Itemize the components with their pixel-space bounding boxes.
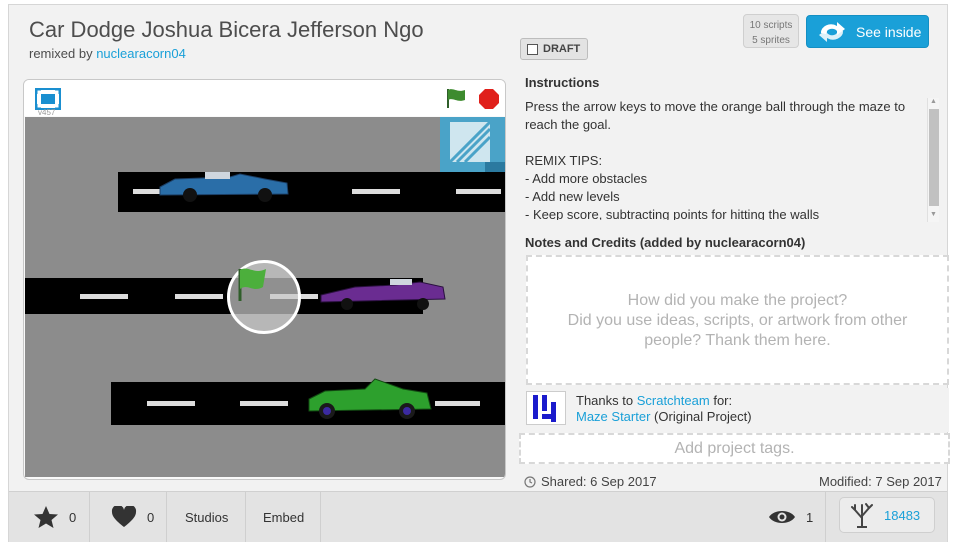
love-button[interactable]: 0 bbox=[111, 492, 154, 542]
star-icon bbox=[34, 506, 58, 528]
stage-panel: v457 bbox=[23, 79, 506, 480]
draft-checkbox[interactable] bbox=[527, 43, 538, 55]
project-page: Car Dodge Joshua Bicera Jefferson Ngo re… bbox=[8, 4, 950, 542]
see-inside-label: See inside bbox=[856, 23, 922, 40]
remix-tree-button[interactable]: 18483 bbox=[839, 497, 935, 533]
project-counts-badge: 10 scripts 5 sprites bbox=[743, 14, 799, 48]
scrollbar-thumb[interactable] bbox=[929, 109, 939, 206]
stage-canvas[interactable] bbox=[25, 117, 505, 477]
draft-label: DRAFT bbox=[543, 43, 581, 55]
draft-toggle[interactable]: DRAFT bbox=[520, 38, 588, 60]
footer-divider bbox=[245, 492, 246, 542]
credit-thanks-suffix: for: bbox=[713, 393, 733, 408]
notes-placeholder-line2: Did you use ideas, scripts, or artwork f… bbox=[567, 312, 908, 329]
see-inside-icon bbox=[819, 21, 845, 42]
remix-count: 18483 bbox=[884, 507, 921, 523]
player-version: v457 bbox=[38, 108, 56, 117]
scripts-count: 10 scripts bbox=[749, 20, 793, 31]
eye-icon bbox=[769, 511, 795, 523]
credit-line2: Maze Starter (Original Project) bbox=[576, 409, 752, 425]
notes-placeholder-line1: How did you make the project? bbox=[627, 292, 848, 309]
instructions-text: Press the arrow keys to move the orange … bbox=[525, 99, 906, 220]
stage-toolbar: v457 bbox=[24, 80, 505, 117]
project-tags-input[interactable]: Add project tags. bbox=[519, 433, 950, 464]
love-count: 0 bbox=[147, 509, 155, 525]
credit-text: Thanks to Scratchteam for: Maze Starter … bbox=[576, 393, 752, 425]
footer-divider bbox=[825, 492, 826, 542]
studios-button[interactable]: Studios bbox=[185, 492, 228, 542]
favorite-count: 0 bbox=[69, 509, 77, 525]
instructions-heading: Instructions bbox=[525, 75, 600, 90]
remixed-by: remixed by nuclearacorn04 bbox=[29, 46, 186, 61]
footer-divider bbox=[166, 492, 167, 542]
clock-icon bbox=[524, 475, 536, 488]
credit-user-link[interactable]: Scratchteam bbox=[637, 393, 710, 408]
heart-icon bbox=[111, 506, 137, 527]
project-footer: 0 0 Studios Embed 1 18483 bbox=[9, 491, 947, 542]
shared-date: Shared: 6 Sep 2017 bbox=[524, 474, 657, 489]
modified-date: Modified: 7 Sep 2017 bbox=[819, 474, 942, 489]
favorite-button[interactable]: 0 bbox=[33, 492, 76, 542]
footer-divider bbox=[89, 492, 90, 542]
maze-thumbnail-icon bbox=[533, 395, 556, 422]
play-overlay-button[interactable] bbox=[227, 260, 301, 334]
green-flag-icon[interactable] bbox=[445, 87, 467, 109]
project-header: Car Dodge Joshua Bicera Jefferson Ngo re… bbox=[9, 5, 947, 67]
instructions-scrollbar[interactable]: ▲ ▼ bbox=[927, 98, 939, 222]
notes-heading: Notes and Credits (added by nuclearacorn… bbox=[525, 235, 806, 250]
views-count: 1 bbox=[806, 509, 814, 525]
see-inside-button[interactable]: See inside bbox=[806, 15, 929, 48]
original-project-thumbnail[interactable] bbox=[526, 391, 566, 425]
remixed-by-user-link[interactable]: nuclearacorn04 bbox=[96, 46, 186, 61]
fullscreen-icon[interactable] bbox=[35, 88, 61, 110]
original-project-suffix: (Original Project) bbox=[654, 409, 752, 424]
scroll-up-icon[interactable]: ▲ bbox=[930, 98, 937, 105]
credit-line1: Thanks to Scratchteam for: bbox=[576, 393, 752, 409]
remix-credit: Thanks to Scratchteam for: Maze Starter … bbox=[520, 388, 949, 432]
sprites-count: 5 sprites bbox=[752, 35, 790, 46]
notes-and-credits-input[interactable]: How did you make the project? Did you us… bbox=[526, 255, 949, 385]
project-title: Car Dodge Joshua Bicera Jefferson Ngo bbox=[29, 17, 424, 42]
credit-thanks-prefix: Thanks to bbox=[576, 393, 634, 408]
views-counter: 1 bbox=[768, 492, 813, 542]
footer-divider bbox=[320, 492, 321, 542]
green-flag-large-icon bbox=[238, 268, 266, 301]
embed-button[interactable]: Embed bbox=[263, 492, 304, 542]
notes-placeholder-line3: people? Thank them here. bbox=[644, 332, 831, 349]
remix-tree-icon bbox=[851, 503, 873, 528]
shared-date-text: Shared: 6 Sep 2017 bbox=[541, 474, 657, 489]
stop-icon[interactable] bbox=[478, 88, 500, 110]
original-project-link[interactable]: Maze Starter bbox=[576, 409, 650, 424]
remixed-by-prefix: remixed by bbox=[29, 46, 93, 61]
scroll-down-icon[interactable]: ▼ bbox=[930, 211, 937, 218]
